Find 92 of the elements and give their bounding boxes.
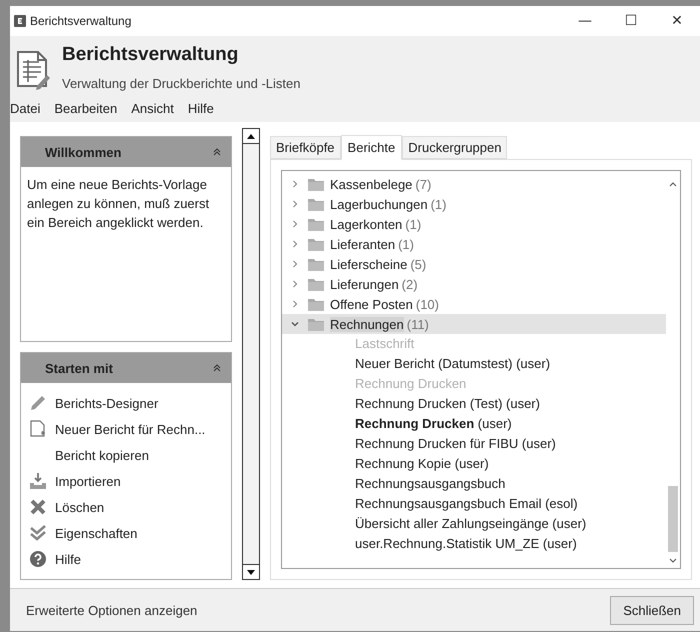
tree-row[interactable]: Lagerkonten (1) <box>282 214 666 234</box>
action-link[interactable]: Eigenschaften <box>55 526 138 540</box>
tree-row[interactable]: Lieferscheine (5) <box>282 254 666 274</box>
item-count: (1) <box>430 196 446 212</box>
folder-icon <box>308 298 324 310</box>
window-control[interactable]: ✕ <box>654 6 700 36</box>
report-item[interactable]: user.Rechnung.Statistik UM_ZE (user) <box>282 534 666 554</box>
folder-icon <box>308 238 324 250</box>
new-document-icon <box>29 420 47 438</box>
item-count: (1) <box>405 216 422 232</box>
vertical-scrollbar[interactable] <box>242 128 260 580</box>
report-item[interactable]: Rechnung Drucken (user) <box>282 414 666 434</box>
action-link[interactable]: Löschen <box>55 500 104 514</box>
folder-name: Lieferanten <box>330 236 396 252</box>
folder-name: Lieferscheine <box>330 256 408 272</box>
item-count: (1) <box>398 236 414 252</box>
expand-chevron-icon[interactable] <box>290 259 300 269</box>
folder-name: Lieferungen <box>330 276 399 292</box>
menu-item[interactable]: Hilfe <box>188 101 214 116</box>
window-control[interactable]: — <box>562 6 608 36</box>
action-link[interactable]: Importieren <box>55 474 121 488</box>
report-item[interactable]: Rechnungsausgangsbuch Email (esol) <box>282 494 666 514</box>
expand-chevron-icon[interactable] <box>290 179 300 189</box>
window-title: Berichtsverwaltung <box>30 14 132 28</box>
item-count: (2) <box>402 276 418 292</box>
tree-row[interactable]: Lieferanten (1) <box>282 234 666 254</box>
folder-icon <box>308 198 324 210</box>
scroll-up-icon[interactable] <box>669 181 677 187</box>
import-icon <box>29 472 47 490</box>
tree-row[interactable]: Rechnungen (11) <box>282 314 666 334</box>
panel-title: Starten mit <box>45 360 113 376</box>
expand-chevron-icon[interactable] <box>290 299 300 309</box>
panel-header[interactable]: Willkommen <box>21 137 231 167</box>
action-link[interactable]: Berichts-Designer <box>55 396 158 410</box>
report-item[interactable]: Rechnung Kopie (user) <box>282 454 666 474</box>
collapse-chevron-icon[interactable] <box>290 319 300 329</box>
expand-chevron-icon[interactable] <box>290 239 300 249</box>
item-count: (5) <box>410 256 426 272</box>
expand-chevron-icon[interactable] <box>290 279 300 289</box>
collapse-icon[interactable] <box>213 148 221 156</box>
scroll-down-icon[interactable] <box>247 570 255 574</box>
folder-icon <box>308 318 324 330</box>
action-link[interactable]: Neuer Bericht für Rechn... <box>55 422 206 436</box>
scroll-down-icon[interactable] <box>669 558 677 564</box>
tree-row[interactable]: Lieferungen (2) <box>282 274 666 294</box>
folder-name: Offene Posten <box>330 296 413 312</box>
folder-name: Lagerkonten <box>330 216 402 232</box>
folder-icon <box>308 258 324 270</box>
report-item[interactable]: Neuer Bericht (Datumstest) (user) <box>282 354 666 374</box>
report-item[interactable]: Rechnung Drucken (Test) (user) <box>282 394 666 414</box>
tab[interactable]: Briefköpfe <box>270 136 341 159</box>
action-link[interactable]: Hilfe <box>55 552 82 566</box>
scroll-up-icon[interactable] <box>247 134 255 138</box>
folder-icon <box>308 278 324 290</box>
panel-header[interactable]: Starten mit <box>21 353 231 383</box>
item-count: (7) <box>415 176 432 192</box>
page-title: Berichtsverwaltung <box>62 44 240 66</box>
folder-name: Kassenbelege <box>330 176 412 192</box>
tree-row[interactable]: Kassenbelege (7) <box>282 174 666 194</box>
advanced-options-link[interactable]: Erweiterte Optionen anzeigen <box>26 602 198 618</box>
expand-chevron-icon[interactable] <box>290 219 300 229</box>
tab[interactable]: Druckergruppen <box>402 136 508 159</box>
menu-item[interactable]: Datei <box>10 101 40 116</box>
double-check-icon <box>29 524 47 542</box>
collapse-icon[interactable] <box>213 364 221 372</box>
page-subtitle: Verwaltung der Druckberichte und -Listen <box>62 76 300 91</box>
item-count: (10) <box>416 296 439 312</box>
tab[interactable]: Berichte <box>340 135 402 160</box>
expand-chevron-icon[interactable] <box>290 199 300 209</box>
tree-row[interactable]: Offene Posten (10) <box>282 294 666 314</box>
menu-item[interactable]: Ansicht <box>131 101 174 116</box>
report-document-icon <box>16 50 50 90</box>
delete-icon <box>29 498 47 516</box>
report-item[interactable]: Rechnung Drucken für FIBU (user) <box>282 434 666 454</box>
folder-name: Rechnungen <box>330 316 404 332</box>
app-icon <box>14 15 26 27</box>
report-item[interactable]: Übersicht aller Zahlungseingänge (user) <box>282 514 666 534</box>
tree-row[interactable]: Lagerbuchungen (1) <box>282 194 666 214</box>
folder-name: Lagerbuchungen <box>330 196 428 212</box>
pencil-icon <box>29 394 47 412</box>
close-button[interactable]: Schließen <box>610 596 694 624</box>
item-count: (11) <box>406 316 429 332</box>
folder-icon <box>308 178 324 190</box>
folder-icon <box>308 218 324 230</box>
scroll-thumb[interactable] <box>668 486 678 552</box>
info-text: Um eine neue Berichts-Vorlage anlegen zu können, muß zuerst ein Bereich angeklickt werden. <box>27 176 210 232</box>
report-item[interactable]: Rechnungsausgangsbuch <box>282 474 666 494</box>
menu-item[interactable]: Bearbeiten <box>54 101 118 116</box>
panel-title: Willkommen <box>45 144 122 160</box>
window-control[interactable]: ☐ <box>608 6 654 36</box>
action-link[interactable]: Bericht kopieren <box>55 448 149 462</box>
help-icon <box>29 550 47 568</box>
